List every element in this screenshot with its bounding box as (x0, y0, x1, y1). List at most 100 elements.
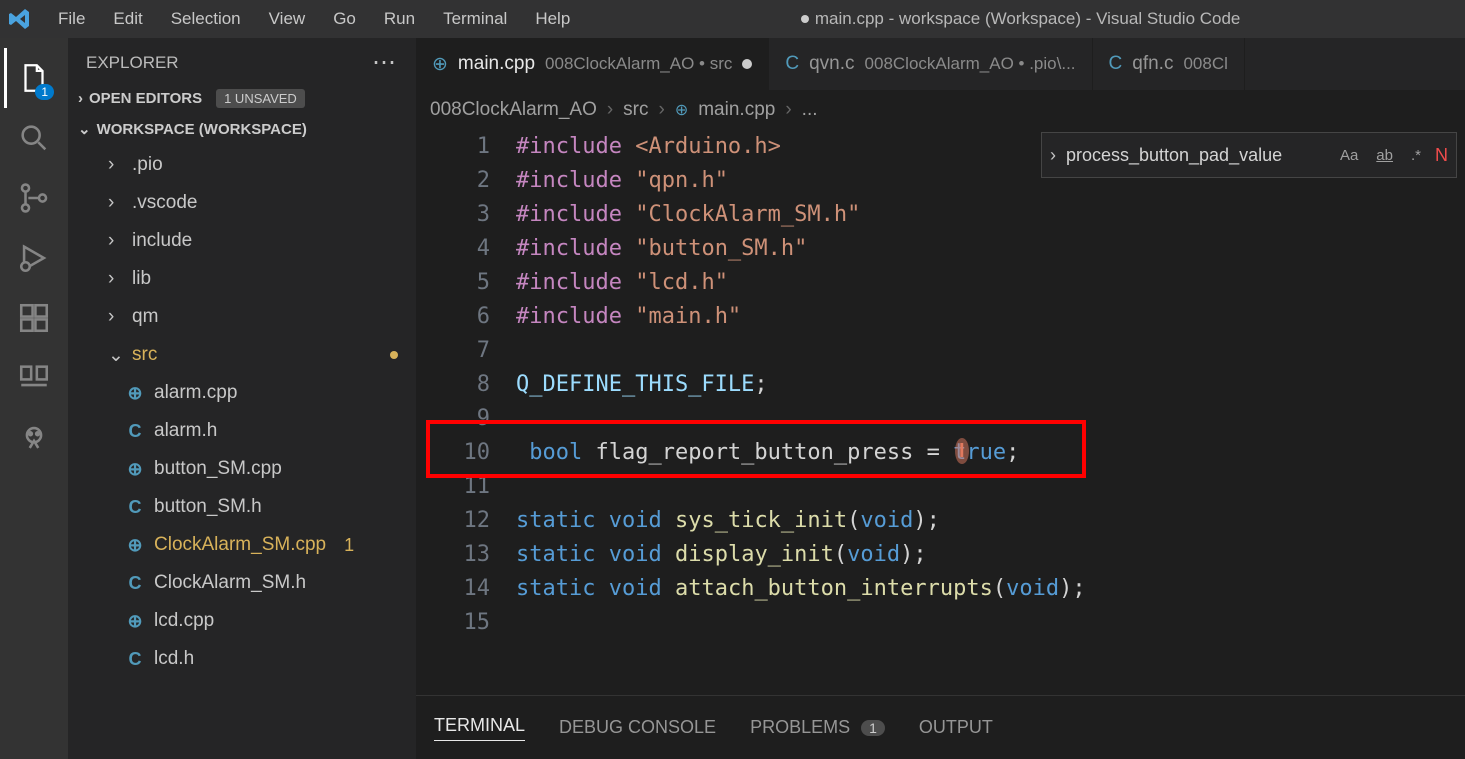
cpp-file-icon: ⊕ (124, 383, 146, 404)
chevron-right-icon: › (108, 192, 124, 214)
folder-vscode[interactable]: › .vscode (68, 184, 416, 222)
file-label: button_SM.h (154, 496, 262, 518)
bottom-panel: TERMINAL DEBUG CONSOLE PROBLEMS 1 OUTPUT (416, 695, 1465, 759)
find-regex[interactable]: .* (1407, 145, 1425, 166)
workspace-header[interactable]: ⌄ WORKSPACE (WORKSPACE) (68, 114, 416, 144)
window-title-text: main.cpp - workspace (Workspace) - Visua… (815, 9, 1241, 29)
breadcrumb-part[interactable]: src (623, 99, 648, 121)
code-editor[interactable]: › process_button_pad_value Aa ab .* N 12… (416, 130, 1465, 695)
menu-run[interactable]: Run (370, 5, 429, 33)
vscode-logo-icon (8, 7, 32, 31)
folder-include[interactable]: ›include (68, 222, 416, 260)
dirty-dot-icon (742, 59, 752, 69)
menu-go[interactable]: Go (319, 5, 370, 33)
file-label: button_SM.cpp (154, 458, 282, 480)
file-alarm-h[interactable]: Calarm.h (68, 412, 416, 450)
titlebar: File Edit Selection View Go Run Terminal… (0, 0, 1465, 38)
modified-dot-icon (390, 351, 398, 359)
c-file-icon: C (124, 497, 146, 518)
find-match-case[interactable]: Aa (1336, 145, 1362, 166)
breadcrumbs[interactable]: 008ClockAlarm_AO › src › ⊕ main.cpp › ..… (416, 90, 1465, 130)
folder-src[interactable]: ⌄src (68, 336, 416, 374)
chevron-right-icon: › (108, 268, 124, 290)
menu-help[interactable]: Help (521, 5, 584, 33)
panel-output[interactable]: OUTPUT (919, 717, 993, 738)
tab-qfn-c[interactable]: C qfn.c 008Cl (1093, 38, 1245, 90)
c-file-icon: C (785, 53, 799, 75)
more-actions-icon[interactable]: ⋯ (372, 48, 398, 77)
explorer-badge: 1 (35, 84, 54, 100)
menu-edit[interactable]: Edit (99, 5, 156, 33)
tab-label: main.cpp (458, 53, 535, 75)
panel-terminal[interactable]: TERMINAL (434, 715, 525, 741)
activity-bar: 1 (0, 38, 68, 759)
activity-run-debug[interactable] (4, 228, 64, 288)
c-file-icon: C (124, 649, 146, 670)
cpp-file-icon: ⊕ (675, 100, 688, 120)
find-expand-icon[interactable]: › (1050, 145, 1056, 166)
folder-lib[interactable]: › lib (68, 260, 416, 298)
tab-main-cpp[interactable]: ⊕ main.cpp 008ClockAlarm_AO • src (416, 38, 769, 90)
main-layout: 1 EXPLORER ⋯ › OPEN EDITORS 1 UNSAVED (0, 38, 1465, 759)
find-widget[interactable]: › process_button_pad_value Aa ab .* N (1041, 132, 1457, 178)
tab-label: qfn.c (1132, 53, 1173, 75)
file-clockalarm-sm-cpp[interactable]: ⊕ClockAlarm_SM.cpp1 (68, 526, 416, 564)
tab-path: 008ClockAlarm_AO • .pio\... (865, 54, 1076, 74)
file-label: ClockAlarm_SM.cpp (154, 534, 326, 556)
panel-debug-console[interactable]: DEBUG CONSOLE (559, 717, 716, 738)
folder-label: .vscode (132, 192, 197, 214)
activity-remote[interactable] (4, 348, 64, 408)
chevron-right-icon: › (108, 306, 124, 328)
chevron-down-icon: ⌄ (108, 344, 124, 367)
file-label: lcd.h (154, 648, 194, 670)
menu-view[interactable]: View (255, 5, 320, 33)
folder-label: .pio (132, 154, 163, 176)
menu-file[interactable]: File (44, 5, 99, 33)
activity-platformio[interactable] (4, 408, 64, 468)
tab-label: qvn.c (809, 53, 854, 75)
open-editors-label: OPEN EDITORS (89, 90, 202, 107)
panel-problems-label: PROBLEMS (750, 717, 850, 737)
file-label: lcd.cpp (154, 610, 214, 632)
find-whole-word[interactable]: ab (1372, 145, 1397, 166)
sidebar-header: EXPLORER ⋯ (68, 38, 416, 83)
menu-selection[interactable]: Selection (157, 5, 255, 33)
breadcrumb-sep-icon: › (659, 99, 665, 121)
cpp-file-icon: ⊕ (124, 459, 146, 480)
cpp-file-icon: ⊕ (124, 535, 146, 556)
breadcrumb-sep-icon: › (785, 99, 791, 121)
file-button-sm-cpp[interactable]: ⊕ button_SM.cpp (68, 450, 416, 488)
folder-label: lib (132, 268, 151, 290)
activity-source-control[interactable] (4, 168, 64, 228)
chevron-right-icon: › (108, 154, 124, 176)
menu-terminal[interactable]: Terminal (429, 5, 521, 33)
breadcrumb-part[interactable]: 008ClockAlarm_AO (430, 99, 597, 121)
file-lcd-h[interactable]: Clcd.h (68, 640, 416, 678)
editor-tabs: ⊕ main.cpp 008ClockAlarm_AO • src C qvn.… (416, 38, 1465, 90)
tab-qvn-c[interactable]: C qvn.c 008ClockAlarm_AO • .pio\... (769, 38, 1092, 90)
file-lcd-cpp[interactable]: ⊕ lcd.cpp (68, 602, 416, 640)
cpp-file-icon: ⊕ (124, 611, 146, 632)
dirty-indicator-icon (801, 15, 809, 23)
chevron-down-icon: ⌄ (78, 120, 91, 138)
folder-qm[interactable]: ›qm (68, 298, 416, 336)
folder-pio[interactable]: › .pio (68, 146, 416, 184)
file-label: alarm.h (154, 420, 217, 442)
file-button-sm-h[interactable]: Cbutton_SM.h (68, 488, 416, 526)
breadcrumb-part[interactable]: main.cpp (698, 99, 775, 121)
c-file-icon: C (1109, 53, 1123, 75)
file-clockalarm-sm-h[interactable]: CClockAlarm_SM.h (68, 564, 416, 602)
chevron-right-icon: › (108, 230, 124, 252)
open-editors-header[interactable]: › OPEN EDITORS 1 UNSAVED (68, 83, 416, 114)
panel-problems[interactable]: PROBLEMS 1 (750, 717, 885, 738)
find-input[interactable]: process_button_pad_value (1066, 145, 1326, 166)
file-alarm-cpp[interactable]: ⊕alarm.cpp (68, 374, 416, 412)
breadcrumb-part[interactable]: ... (802, 99, 818, 121)
sidebar: EXPLORER ⋯ › OPEN EDITORS 1 UNSAVED ⌄ WO… (68, 38, 416, 759)
workspace-label: WORKSPACE (WORKSPACE) (97, 121, 307, 138)
chevron-right-icon: › (78, 90, 83, 107)
problems-badge: 1 (861, 720, 885, 736)
activity-extensions[interactable] (4, 288, 64, 348)
activity-explorer[interactable]: 1 (4, 48, 64, 108)
activity-search[interactable] (4, 108, 64, 168)
